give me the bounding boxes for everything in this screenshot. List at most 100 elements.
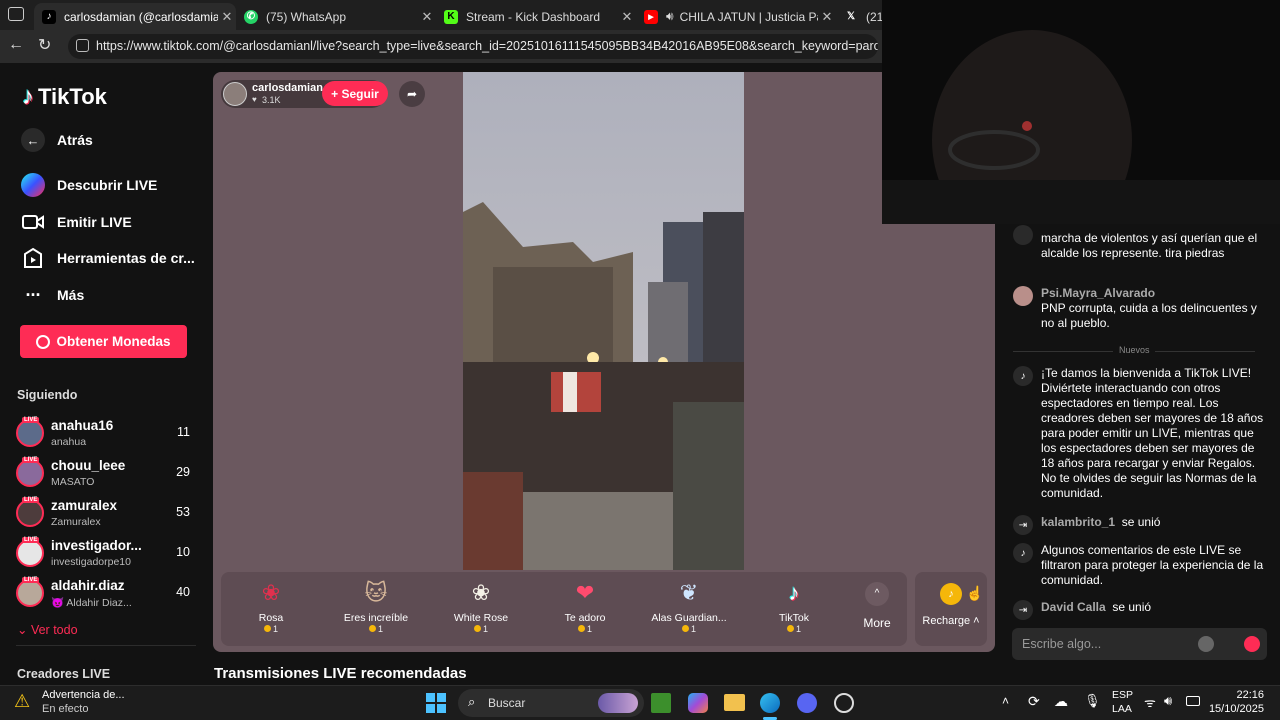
chat-body: Psi.Mayra_Alvarado PNP corrupta, cuida a… bbox=[1041, 286, 1269, 331]
nav-discover-live[interactable]: Descubrir LIVE bbox=[20, 171, 157, 199]
chat-text: se unió bbox=[1112, 600, 1152, 614]
recharge-button[interactable]: ♪ Recharge ˄ bbox=[915, 572, 987, 646]
wings-icon: ❦ bbox=[679, 580, 699, 605]
search-highlight-icon bbox=[598, 693, 638, 713]
see-all-link[interactable]: ⌄ Ver todo bbox=[17, 622, 78, 637]
gift-item[interactable]: ❦ Alas Guardian... 1 bbox=[639, 578, 739, 640]
live-creators-heading: Creadores LIVE bbox=[17, 667, 111, 681]
get-coins-button[interactable]: Obtener Monedas bbox=[20, 325, 187, 358]
webcam-feed bbox=[882, 0, 1280, 224]
following-item[interactable]: LIVE chouu_leee MASATO 29 bbox=[16, 455, 196, 491]
windows-logo-tile bbox=[437, 693, 446, 702]
x-icon: 𝕏 bbox=[846, 11, 856, 22]
share-icon: ➦ bbox=[406, 87, 418, 101]
chat-body: kalambrito_1 se unió bbox=[1041, 515, 1269, 530]
youtube-icon: ▶ bbox=[644, 9, 658, 24]
divider-line bbox=[1155, 351, 1255, 352]
tab-youtube[interactable]: ▶ 🔊︎ CHILA JATUN | Justicia Para V ✕ bbox=[636, 3, 836, 30]
tab-title: (75) WhatsApp bbox=[266, 9, 347, 24]
gift-item[interactable]: 🐱︎ Eres increíble 1 bbox=[326, 578, 426, 640]
close-icon[interactable]: ✕ bbox=[418, 9, 436, 25]
chevron-up-icon[interactable]: ˄ bbox=[1002, 694, 1009, 708]
battery-icon[interactable] bbox=[1186, 696, 1200, 706]
live-badge: LIVE bbox=[22, 537, 40, 543]
logo-text: TikTok bbox=[38, 84, 107, 109]
gift-price: 1 bbox=[535, 624, 635, 634]
live-badge: LIVE bbox=[22, 577, 40, 583]
chat-username[interactable]: kalambrito_1 bbox=[1041, 515, 1115, 529]
nav-go-live[interactable]: Emitir LIVE bbox=[20, 208, 132, 236]
volume-icon[interactable]: 🔊︎ bbox=[1164, 693, 1172, 709]
file-explorer-icon[interactable] bbox=[724, 694, 745, 711]
following-item[interactable]: LIVE zamuralex Zamuralex 53 bbox=[16, 495, 196, 531]
start-button[interactable] bbox=[426, 693, 446, 713]
tiktok-icon: ♪ bbox=[42, 9, 56, 24]
discord-icon[interactable] bbox=[797, 693, 817, 713]
gift-item[interactable]: ♪ TikTok 1 bbox=[744, 578, 844, 640]
site-info-icon[interactable] bbox=[76, 39, 89, 52]
send-icon[interactable] bbox=[1244, 636, 1260, 652]
chat-text: Algunos comentarios de este LIVE se filt… bbox=[1041, 543, 1264, 587]
wifi-icon[interactable]: ᯤ bbox=[1144, 693, 1156, 711]
nav-creator-tools[interactable]: Herramientas de cr... bbox=[20, 244, 195, 272]
search-label: Buscar bbox=[488, 696, 526, 710]
gift-name: Eres increíble bbox=[343, 612, 409, 624]
language-code[interactable]: ESP bbox=[1112, 689, 1133, 701]
following-name: anahua16 bbox=[51, 418, 114, 433]
gift-price-value: 1 bbox=[586, 624, 592, 634]
chat-username[interactable]: Psi.Mayra_Alvarado bbox=[1041, 286, 1155, 300]
weather-widget[interactable]: ⚠ Advertencia de... En efecto bbox=[12, 688, 172, 718]
taskbar-search[interactable]: ⌕ Buscar bbox=[458, 689, 644, 717]
follow-button[interactable]: + Seguir bbox=[322, 81, 388, 106]
gift-item[interactable]: ❤ Te adoro 1 bbox=[535, 578, 635, 640]
edge-icon[interactable] bbox=[760, 693, 780, 713]
tab-title: CHILA JATUN | Justicia Para V bbox=[679, 9, 818, 24]
sync-icon[interactable]: ⟳ bbox=[1028, 693, 1040, 710]
more-gifts-button[interactable]: ^ More bbox=[849, 578, 905, 640]
heart-hug-icon: ❤ bbox=[575, 580, 595, 605]
reload-icon[interactable]: ↻ bbox=[38, 35, 51, 55]
nav-back[interactable]: ← Atrás bbox=[20, 126, 93, 154]
avatar bbox=[1013, 286, 1033, 306]
tab-kick[interactable]: K Stream - Kick Dashboard ✕ bbox=[436, 3, 636, 30]
microphone-icon[interactable]: 🎙︎ bbox=[1084, 693, 1101, 709]
avatar: LIVE bbox=[16, 417, 44, 447]
chat-username[interactable]: David Calla bbox=[1041, 600, 1106, 614]
coin-icon bbox=[681, 625, 689, 632]
tab-actions-icon[interactable] bbox=[8, 7, 24, 21]
gift-item[interactable]: ❀ White Rose 1 bbox=[431, 578, 531, 640]
chat-input[interactable]: Escribe algo... bbox=[1012, 628, 1267, 660]
emoji-icon[interactable] bbox=[1198, 636, 1214, 652]
clock-date[interactable]: 15/10/2025 bbox=[1206, 703, 1264, 715]
nav-more[interactable]: ··· Más bbox=[20, 281, 85, 309]
language-layout[interactable]: LAA bbox=[1112, 703, 1132, 715]
close-icon[interactable]: ✕ bbox=[818, 9, 836, 25]
tiktok-logo[interactable]: ♪ TikTok bbox=[22, 83, 107, 111]
minecraft-icon[interactable] bbox=[651, 693, 671, 713]
gift-name: White Rose bbox=[453, 612, 509, 624]
clock-time[interactable]: 22:16 bbox=[1222, 689, 1264, 701]
live-video[interactable] bbox=[463, 72, 744, 570]
mouse-cursor-icon: ☝ bbox=[966, 585, 984, 601]
sidebar-divider bbox=[16, 645, 196, 646]
gift-item[interactable]: ❀ Rosa 1 bbox=[221, 578, 321, 640]
share-button[interactable]: ➦ bbox=[399, 81, 425, 107]
close-icon[interactable]: ✕ bbox=[218, 9, 236, 25]
following-item[interactable]: LIVE investigador... investigadorpe10 10 bbox=[16, 535, 196, 571]
obs-icon[interactable] bbox=[834, 693, 854, 713]
tab-whatsapp[interactable]: ✆ (75) WhatsApp ✕ bbox=[236, 3, 436, 30]
url-field[interactable]: https://www.tiktok.com/@carlosdamianl/li… bbox=[68, 34, 878, 59]
speaker-icon[interactable]: 🔊︎ bbox=[666, 9, 674, 24]
chat-text: ¡Te damos la bienvenida a TikTok LIVE! D… bbox=[1041, 366, 1264, 500]
viewer-count: 53 bbox=[176, 505, 190, 519]
tab-title: (21) I bbox=[866, 9, 882, 24]
back-icon[interactable]: ← bbox=[8, 36, 24, 54]
tab-x[interactable]: 𝕏 (21) I bbox=[836, 3, 882, 30]
copilot-icon[interactable] bbox=[688, 693, 708, 713]
close-icon[interactable]: ✕ bbox=[618, 9, 636, 25]
tab-tiktok[interactable]: ♪ carlosdamian (@carlosdamianl) e ✕ bbox=[34, 3, 236, 30]
cloud-icon[interactable]: ☁ bbox=[1054, 693, 1068, 710]
following-item[interactable]: LIVE aldahir.diaz 😈 Aldahir Diaz... 40 bbox=[16, 575, 196, 611]
tiktok-gift-icon: ♪ bbox=[788, 580, 800, 605]
following-item[interactable]: LIVE anahua16 anahua 11 bbox=[16, 415, 196, 451]
